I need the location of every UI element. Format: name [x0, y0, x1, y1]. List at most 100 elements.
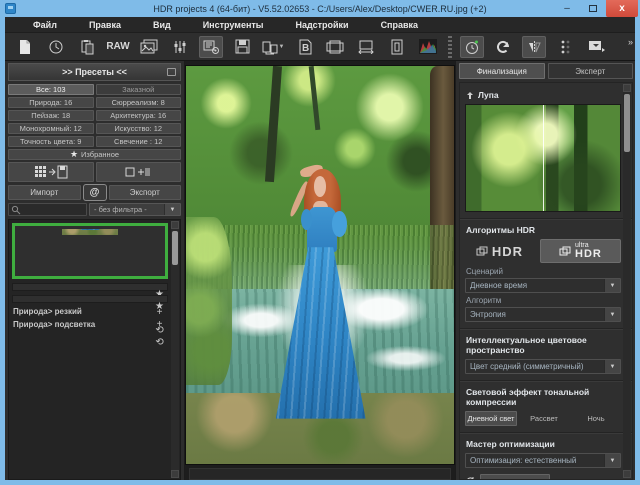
- loupe-preview[interactable]: [465, 104, 621, 212]
- optimization-on-button[interactable]: Оптимизация вкл: [480, 474, 550, 479]
- menu-item-5[interactable]: Надстройки: [295, 20, 348, 30]
- star-icon[interactable]: ★: [155, 302, 164, 312]
- close-button[interactable]: x: [606, 0, 638, 17]
- export-final-button[interactable]: [584, 36, 608, 58]
- tonal-option-2[interactable]: Рассвет: [519, 411, 569, 426]
- presets-panel-header[interactable]: >> Пресеты <<: [8, 63, 181, 81]
- export-device-button[interactable]: ▼: [261, 36, 285, 58]
- toolbar-overflow-chevron[interactable]: »: [628, 37, 633, 47]
- scroll-up-button[interactable]: [623, 84, 631, 92]
- section-divider: [460, 218, 632, 220]
- category-button-10[interactable]: Свечение : 12: [95, 136, 181, 147]
- category-button-7[interactable]: Монохромный: 12: [8, 123, 94, 134]
- category-button-6[interactable]: Архитектура: 16: [95, 110, 181, 121]
- import-button[interactable]: Импорт: [8, 185, 81, 200]
- category-button-5[interactable]: Пейзаж: 18: [8, 110, 94, 121]
- preset-filter-dropdown[interactable]: - без фильтра - ▼: [89, 203, 181, 216]
- flip-horizontal-button[interactable]: [522, 35, 546, 58]
- category-button-8[interactable]: Искусство: 12: [95, 123, 181, 134]
- image-stack-button[interactable]: [137, 36, 161, 58]
- dots-grid-button[interactable]: [553, 36, 577, 58]
- optimizer-dropdown[interactable]: Оптимизация: естественный ▼: [465, 453, 621, 468]
- section-divider: [460, 432, 632, 434]
- main-image: [185, 65, 455, 466]
- optimization-off-button[interactable]: Оптимизация выкл: [554, 474, 622, 479]
- menu-item-2[interactable]: Правка: [89, 20, 121, 30]
- raw-label-button[interactable]: RAW: [106, 36, 130, 58]
- favorites-button[interactable]: ★ Избранное: [8, 149, 181, 160]
- share-at-button[interactable]: @: [82, 184, 107, 201]
- toolbar: » RAW ▼ B: [5, 33, 635, 61]
- category-button-3[interactable]: Природа: 16: [8, 97, 94, 108]
- portrait-frame-button[interactable]: [385, 36, 409, 58]
- sync-icon[interactable]: [465, 476, 476, 480]
- new-file-icon: [18, 39, 32, 55]
- scenario-dropdown[interactable]: Дневное время ▼: [465, 278, 621, 293]
- history-icon: [48, 39, 64, 55]
- preset-thumbnail-1[interactable]: [12, 223, 168, 279]
- algorithm-label: Алгоритм: [466, 296, 502, 305]
- ultra-hdr-mode-button[interactable]: ultra HDR: [539, 239, 621, 263]
- tab-expert[interactable]: Эксперт: [547, 63, 633, 79]
- plus-icon[interactable]: +: [157, 320, 163, 330]
- tonal-option-1[interactable]: Дневной свет: [465, 411, 517, 426]
- collapse-up-icon: [467, 91, 473, 99]
- histogram-button[interactable]: [416, 36, 440, 58]
- paste-icon: [80, 39, 95, 55]
- save-preset-grid-button[interactable]: [8, 162, 94, 182]
- resize-width-button[interactable]: [354, 36, 378, 58]
- detach-panel-icon[interactable]: [167, 68, 176, 76]
- scrollbar-thumb[interactable]: [624, 94, 630, 152]
- export-device-icon: [262, 39, 278, 55]
- preset-thumb-image: [62, 229, 118, 235]
- category-button-2[interactable]: Заказной: [95, 84, 181, 95]
- history-button[interactable]: [44, 36, 68, 58]
- tonal-section-title: Световой эффект тональной компрессии: [466, 387, 590, 407]
- minimize-button[interactable]: –: [554, 0, 580, 17]
- batch-button[interactable]: B: [292, 36, 316, 58]
- algorithm-dropdown[interactable]: Энтропия ▼: [465, 307, 621, 322]
- right-panel-scrollbar[interactable]: [623, 84, 631, 478]
- tonal-option-3[interactable]: Ночь: [571, 411, 621, 426]
- scroll-down-button[interactable]: [623, 470, 631, 478]
- tab-finalize[interactable]: Финализация: [459, 63, 545, 79]
- scroll-down-button[interactable]: [171, 470, 179, 478]
- search-icon: [11, 205, 21, 214]
- category-button-1[interactable]: Все: 103: [8, 84, 94, 95]
- timer-button[interactable]: [460, 35, 484, 58]
- preset-browser-icon: [203, 39, 220, 55]
- preset-thumbnail-3[interactable]: ★ + ⟲: [12, 295, 168, 348]
- preset-search-input[interactable]: [8, 203, 87, 216]
- redo-button[interactable]: [491, 36, 515, 58]
- category-button-9[interactable]: Точность цвета: 9: [8, 136, 94, 147]
- sliders-button[interactable]: [168, 36, 192, 58]
- sync-icon[interactable]: ⟲: [155, 338, 163, 348]
- new-file-button[interactable]: [13, 36, 37, 58]
- save-button[interactable]: [230, 36, 254, 58]
- scene-face: [313, 175, 326, 197]
- preset-list-scrollbar[interactable]: [171, 221, 179, 478]
- menu-item-1[interactable]: Файл: [33, 20, 57, 30]
- export-button[interactable]: Экспорт: [108, 185, 181, 200]
- image-stack-icon: [140, 39, 158, 54]
- menu-item-3[interactable]: Вид: [153, 20, 171, 30]
- menu-item-4[interactable]: Инструменты: [203, 20, 264, 30]
- preset-browser-button[interactable]: [199, 35, 223, 58]
- section-divider: [460, 328, 632, 330]
- scroll-up-button[interactable]: [171, 221, 179, 229]
- canvas-status-strip: [189, 468, 451, 480]
- loupe-section-title[interactable]: Лупа: [466, 90, 621, 100]
- export-final-icon: [588, 39, 605, 54]
- hdr-section-title: Алгоритмы HDR: [466, 225, 536, 235]
- hdr-mode-button[interactable]: HDR: [465, 244, 534, 259]
- crop-frame-button[interactable]: [323, 36, 347, 58]
- combine-presets-button[interactable]: [95, 162, 181, 182]
- maximize-button[interactable]: [580, 0, 606, 17]
- scene-skirt: [80, 229, 100, 230]
- colorspace-dropdown[interactable]: Цвет средний (симметричный) ▼: [465, 359, 621, 374]
- scrollbar-thumb[interactable]: [172, 231, 178, 265]
- category-button-4[interactable]: Сюрреализм: 8: [95, 97, 181, 108]
- preset-thumbnail-2[interactable]: ★ + ⟲: [12, 283, 168, 336]
- menu-item-6[interactable]: Справка: [381, 20, 418, 30]
- paste-button[interactable]: [75, 36, 99, 58]
